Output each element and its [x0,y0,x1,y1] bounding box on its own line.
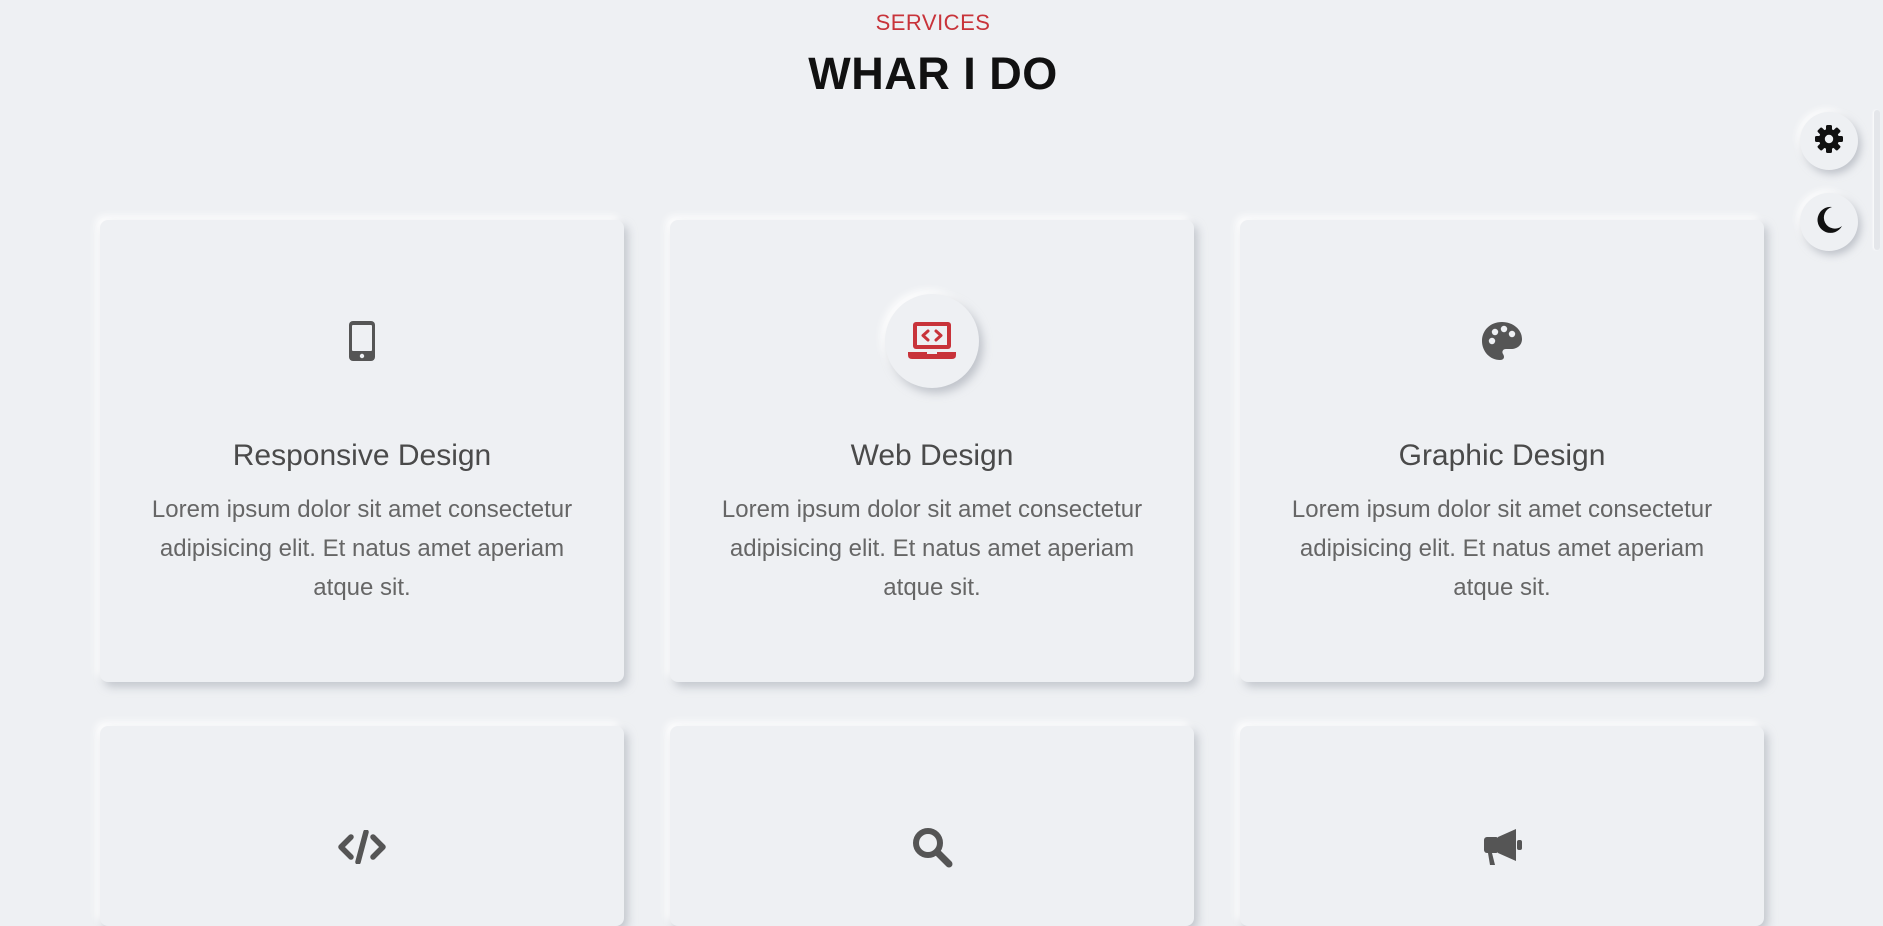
theme-toggle-button[interactable] [1800,193,1858,251]
moon-icon [1814,205,1844,240]
settings-button[interactable] [1800,112,1858,170]
service-title: Web Design [850,439,1014,472]
service-description: Lorem ipsum dolor sit amet consectetur a… [1291,496,1713,601]
service-card-marketing [1240,726,1764,926]
code-icon [315,800,409,894]
search-icon [885,800,979,894]
bullhorn-icon [1455,800,1549,894]
section-eyebrow: SERVICES [875,10,991,35]
service-title: Responsive Design [232,439,492,472]
laptop-code-icon [885,294,979,388]
service-card-graphic-design: Graphic Design Lorem ipsum dolor sit ame… [1240,220,1764,682]
scrollbar[interactable] [1874,110,1880,250]
service-card-code [100,726,624,926]
service-card-web-design: Web Design Lorem ipsum dolor sit amet co… [670,220,1194,682]
gear-icon [1814,124,1844,159]
mobile-icon [315,294,409,388]
service-card-seo [670,726,1194,926]
service-description: Lorem ipsum dolor sit amet consectetur a… [151,496,573,601]
palette-icon [1455,294,1549,388]
service-card-responsive-design: Responsive Design Lorem ipsum dolor sit … [100,220,624,682]
service-description: Lorem ipsum dolor sit amet consectetur a… [721,496,1143,601]
section-title: WHAR I DO [808,48,1058,99]
service-title: Graphic Design [1398,439,1606,472]
